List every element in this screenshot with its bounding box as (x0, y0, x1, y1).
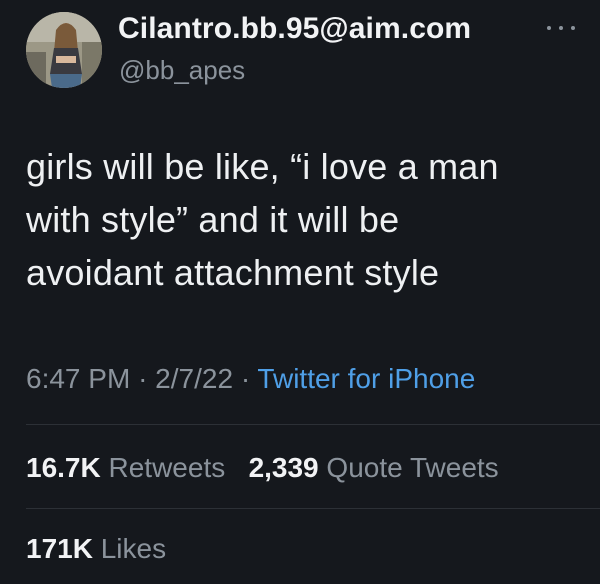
quote-tweets-label: Quote Tweets (326, 452, 499, 483)
likes-stats-row: 171K Likes (26, 533, 166, 565)
tweet-text-line: girls will be like, “i love a man (26, 146, 499, 187)
more-dot (571, 26, 575, 30)
tweet-time[interactable]: 6:47 PM (26, 363, 130, 394)
divider (26, 508, 600, 509)
more-horizontal-icon[interactable] (547, 20, 575, 36)
tweet-text: girls will be like, “i love a man with s… (26, 140, 586, 299)
tweet-card: Cilantro.bb.95@aim.com @bb_apes girls wi… (0, 0, 600, 584)
divider (26, 424, 600, 425)
more-dot (547, 26, 551, 30)
engagement-stats-row: 16.7K Retweets 2,339 Quote Tweets (26, 452, 499, 484)
likes-label: Likes (100, 533, 167, 564)
retweets-stat[interactable]: 16.7K Retweets (26, 452, 233, 483)
meta-separator: · (138, 363, 148, 394)
retweets-count: 16.7K (26, 452, 101, 483)
likes-stat[interactable]: 171K Likes (26, 533, 166, 564)
tweet-date[interactable]: 2/7/22 (155, 363, 233, 394)
profile-photo-icon (26, 12, 102, 88)
likes-count: 171K (26, 533, 93, 564)
author-handle[interactable]: @bb_apes (119, 55, 245, 86)
tweet-text-line: avoidant attachment style (26, 252, 440, 293)
tweet-text-line: with style” and it will be (26, 199, 400, 240)
quote-tweets-count: 2,339 (248, 452, 319, 483)
meta-separator: · (240, 363, 251, 394)
tweet-source-link[interactable]: Twitter for iPhone (257, 363, 475, 394)
avatar[interactable] (26, 12, 102, 88)
more-dot (559, 26, 563, 30)
quote-tweets-stat[interactable]: 2,339 Quote Tweets (249, 452, 499, 483)
retweets-label: Retweets (108, 452, 226, 483)
author-display-name[interactable]: Cilantro.bb.95@aim.com (118, 12, 471, 46)
tweet-meta: 6:47 PM · 2/7/22 · Twitter for iPhone (26, 363, 475, 395)
